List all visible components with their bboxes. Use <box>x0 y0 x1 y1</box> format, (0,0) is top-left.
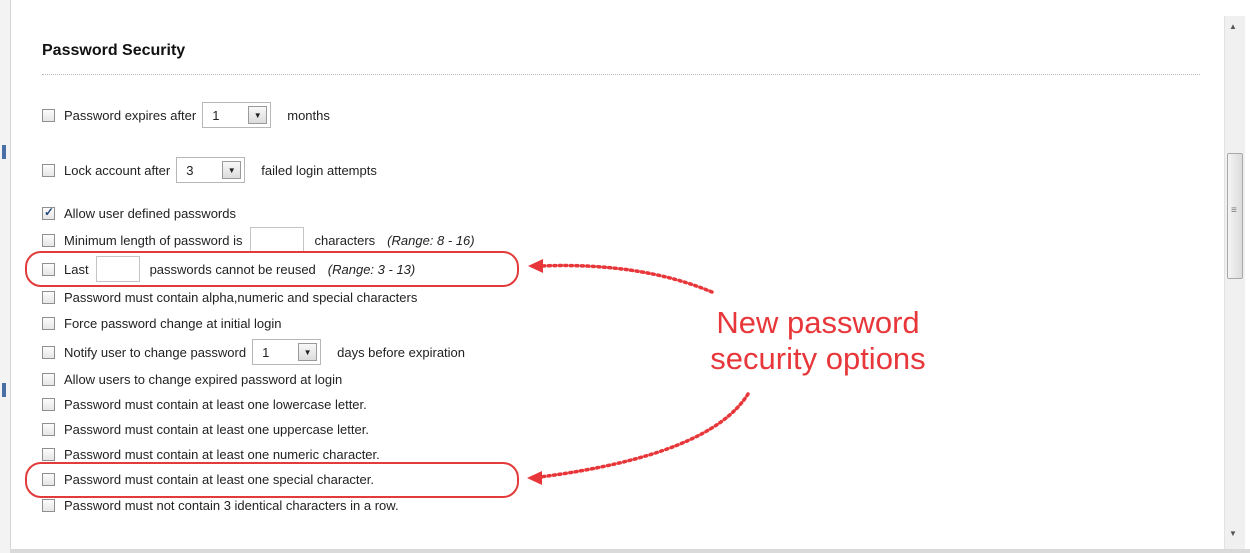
annotation-line-1: New password <box>716 305 920 340</box>
annotation-callout: New password security options <box>688 305 948 377</box>
annotation-arrows <box>527 259 750 485</box>
annotation-line-2: security options <box>710 341 926 376</box>
arrowhead-lower <box>527 471 542 485</box>
dotted-arrow-lower <box>538 392 750 479</box>
arrowhead-upper <box>528 259 543 273</box>
scroll-up-arrow-icon[interactable]: ▲ <box>1229 22 1237 31</box>
grip-icon: ≡ <box>1231 205 1237 216</box>
scrollbar-thumb[interactable]: ≡ <box>1227 153 1243 279</box>
settings-page: Password Security Password expires after… <box>0 0 1250 553</box>
scroll-down-arrow-icon[interactable]: ▼ <box>1229 529 1237 538</box>
vertical-scrollbar[interactable]: ▲ ≡ ▼ <box>1224 16 1245 549</box>
dotted-arrow-upper <box>538 263 714 294</box>
